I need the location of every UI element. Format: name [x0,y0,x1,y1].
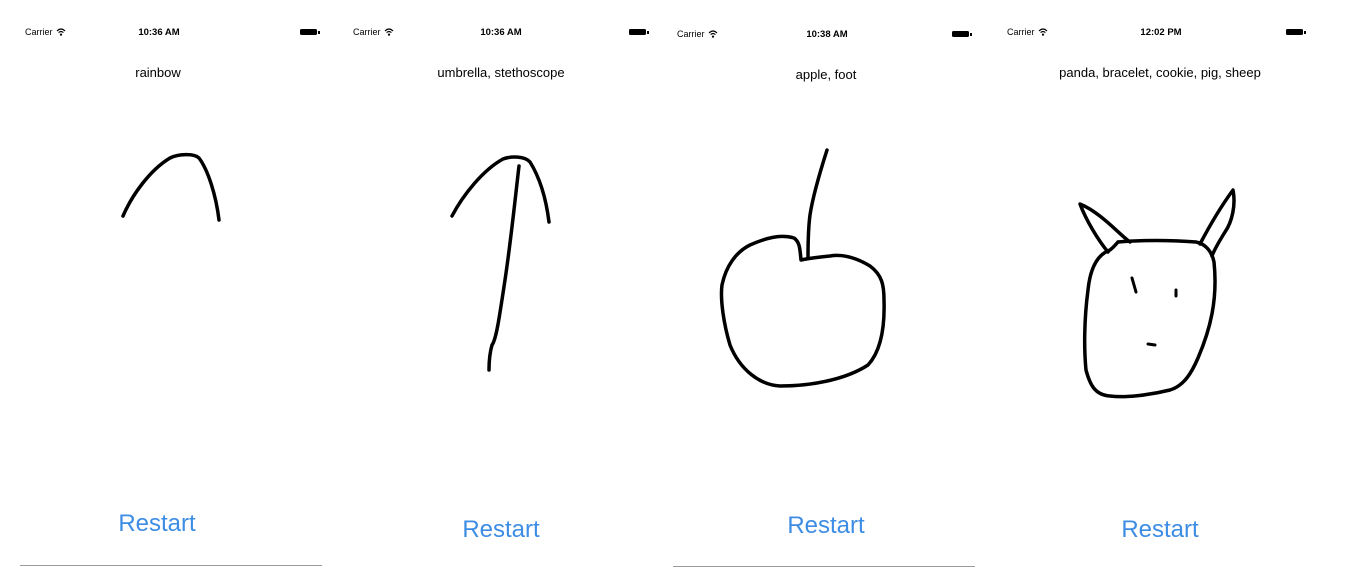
phone-screen-1: Carrier 10:36 AM rainbow Restart [0,0,330,586]
restart-button[interactable]: Restart [0,510,330,538]
drawn-stroke [1082,238,1217,399]
drawing-canvas[interactable] [670,0,990,586]
restart-button[interactable]: Restart [670,512,990,540]
drawn-stroke [1146,342,1157,347]
drawn-stroke [121,152,221,222]
drawn-stroke [450,155,551,224]
drawing-canvas[interactable] [335,0,665,586]
phone-screen-4: Carrier 12:02 PM panda, bracelet, cookie… [1000,0,1330,586]
phone-screen-3: Carrier 10:38 AM apple, foot Restart [670,0,990,586]
restart-button[interactable]: Restart [1000,516,1330,544]
drawing-canvas[interactable] [1000,0,1330,586]
drawn-stroke [487,164,521,372]
restart-button[interactable]: Restart [337,516,665,544]
drawn-stroke [1130,276,1138,294]
drawn-stroke [806,148,829,260]
bottom-divider [20,565,322,566]
bottom-divider [673,566,975,567]
drawn-stroke [1078,202,1132,254]
drawing-canvas[interactable] [0,0,330,586]
phone-screen-2: Carrier 10:36 AM umbrella, stethoscope R… [335,0,665,586]
drawn-stroke [719,234,886,388]
